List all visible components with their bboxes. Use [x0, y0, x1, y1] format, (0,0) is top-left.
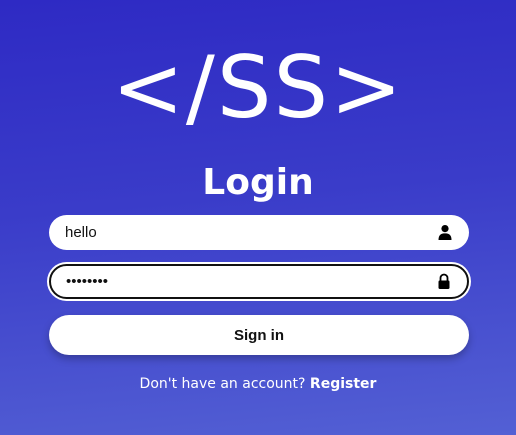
register-prompt-text: Don't have an account?	[139, 376, 306, 392]
lock-icon	[438, 273, 450, 289]
login-title: Login	[202, 162, 314, 203]
user-icon	[438, 225, 452, 240]
sign-in-button[interactable]: Sign in	[49, 315, 469, 355]
username-input[interactable]	[65, 215, 425, 250]
register-prompt: Don't have an account? Register	[0, 374, 516, 394]
username-field-container	[49, 215, 469, 250]
password-input[interactable]	[66, 266, 426, 297]
logo: </SS>	[111, 38, 405, 138]
register-link[interactable]: Register	[310, 376, 377, 392]
password-field-container	[49, 264, 469, 299]
